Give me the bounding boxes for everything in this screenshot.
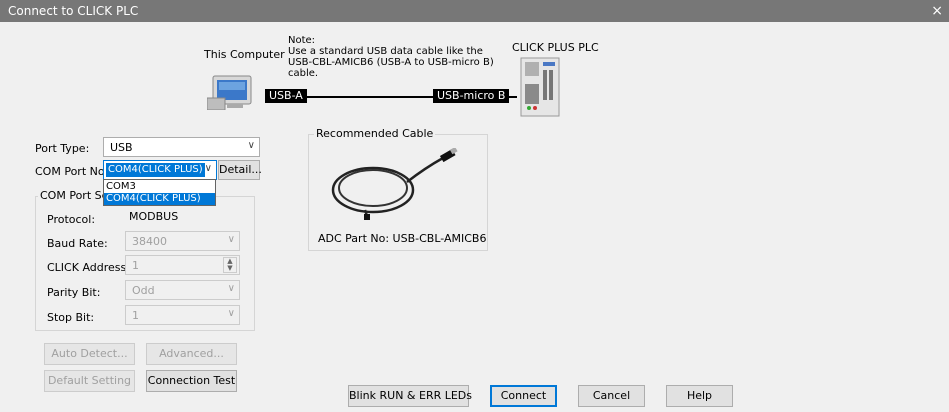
- protocol-value: MODBUS: [129, 210, 179, 223]
- parity-bit-select[interactable]: Odd ∨: [125, 280, 240, 300]
- com-port-label: COM Port No:: [35, 165, 109, 178]
- port-type-value: USB: [110, 141, 133, 154]
- auto-detect-button[interactable]: Auto Detect...: [44, 343, 135, 365]
- usb-cable-image: [325, 146, 465, 222]
- cable-part-number: ADC Part No: USB-CBL-AMICB6: [318, 232, 487, 245]
- default-setting-button[interactable]: Default Setting: [44, 370, 135, 392]
- connect-button[interactable]: Connect: [490, 385, 557, 407]
- plc-device-icon: [519, 56, 561, 118]
- window-title: Connect to CLICK PLC: [8, 4, 139, 18]
- advanced-button[interactable]: Advanced...: [146, 343, 237, 365]
- click-address-spinner[interactable]: 1 ▲ ▼: [125, 255, 240, 275]
- baud-rate-label: Baud Rate:: [47, 237, 108, 250]
- recommended-cable-label: Recommended Cable: [314, 127, 436, 140]
- detail-button[interactable]: Detail...: [218, 160, 262, 180]
- port-type-select[interactable]: USB ∨: [103, 137, 260, 157]
- title-bar: Connect to CLICK PLC ×: [0, 0, 949, 22]
- parity-bit-value: Odd: [132, 284, 155, 297]
- com-port-select[interactable]: COM4(CLICK PLUS) ∨: [103, 160, 217, 180]
- this-computer-label: This Computer: [204, 48, 285, 61]
- port-type-label: Port Type:: [35, 142, 90, 155]
- help-button[interactable]: Help: [666, 385, 733, 407]
- computer-icon: [206, 74, 263, 111]
- blink-leds-button[interactable]: Blink RUN & ERR LEDs: [348, 385, 472, 407]
- chevron-down-icon: ∨: [227, 234, 235, 245]
- com-port-option-selected[interactable]: COM4(CLICK PLUS): [104, 193, 215, 205]
- parity-bit-label: Parity Bit:: [47, 286, 101, 299]
- chevron-down-icon: ∨: [227, 308, 235, 319]
- connection-test-button[interactable]: Connection Test: [146, 370, 237, 392]
- spinner-arrows-icon[interactable]: ▲ ▼: [223, 257, 237, 273]
- com-port-option[interactable]: COM3: [104, 181, 215, 193]
- usb-a-label: USB-A: [265, 89, 307, 103]
- cancel-button[interactable]: Cancel: [578, 385, 645, 407]
- stop-bit-select[interactable]: 1 ∨: [125, 305, 240, 325]
- stop-bit-value: 1: [132, 309, 139, 322]
- chevron-down-icon: ∨: [227, 283, 235, 294]
- close-icon[interactable]: ×: [931, 3, 943, 19]
- stop-bit-label: Stop Bit:: [47, 311, 95, 324]
- protocol-label: Protocol:: [47, 213, 96, 226]
- com-port-value: COM4(CLICK PLUS): [106, 163, 205, 177]
- click-address-label: CLICK Address:: [47, 261, 130, 274]
- baud-rate-select[interactable]: 38400 ∨: [125, 231, 240, 251]
- baud-rate-value: 38400: [132, 235, 167, 248]
- click-address-value: 1: [132, 259, 139, 272]
- com-port-dropdown-list: COM3 COM4(CLICK PLUS): [103, 179, 216, 206]
- usb-micro-label: USB-micro B: [433, 89, 510, 103]
- chevron-down-icon: ∨: [204, 163, 212, 174]
- usb-cable-note: Note: Use a standard USB data cable like…: [288, 35, 494, 79]
- plc-label: CLICK PLUS PLC: [512, 41, 599, 54]
- chevron-down-icon: ∨: [247, 140, 255, 151]
